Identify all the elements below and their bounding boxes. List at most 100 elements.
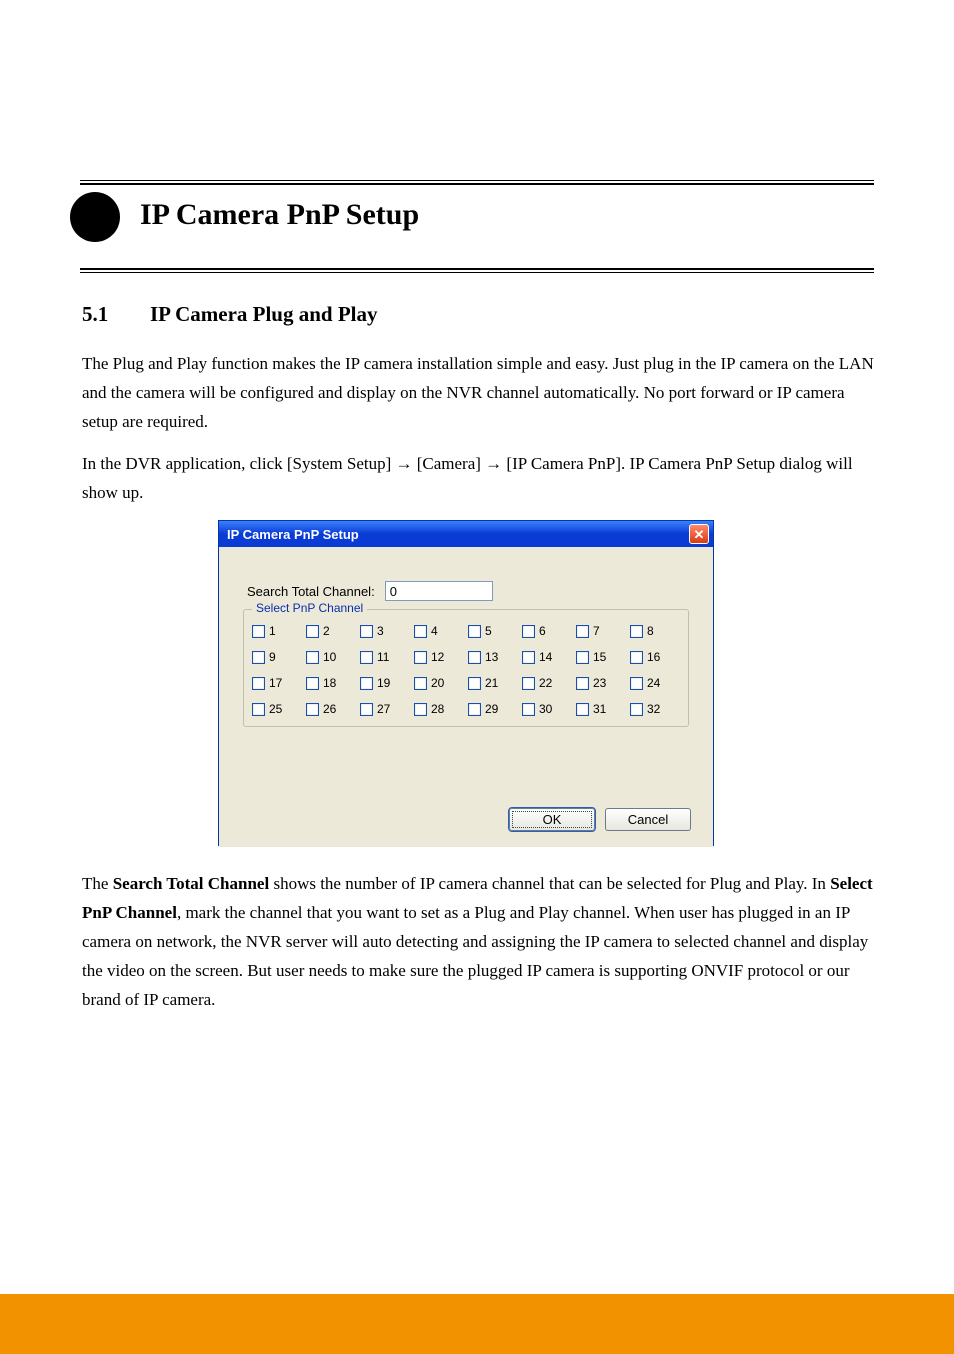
channel-checkbox-26[interactable]: 26	[306, 702, 356, 716]
channel-label: 15	[593, 650, 606, 664]
channel-label: 30	[539, 702, 552, 716]
channel-checkbox-5[interactable]: 5	[468, 624, 518, 638]
channel-checkbox-3[interactable]: 3	[360, 624, 410, 638]
dialog-window: IP Camera PnP Setup ✕ Search Total Chann…	[218, 520, 714, 846]
checkbox-icon	[630, 651, 643, 664]
channel-checkbox-15[interactable]: 15	[576, 650, 626, 664]
search-total-channel-input[interactable]	[385, 581, 493, 601]
channel-checkbox-18[interactable]: 18	[306, 676, 356, 690]
paragraph-3: The Search Total Channel shows the numbe…	[82, 870, 874, 1014]
channel-checkbox-32[interactable]: 32	[630, 702, 680, 716]
checkbox-icon	[414, 651, 427, 664]
channel-checkbox-9[interactable]: 9	[252, 650, 302, 664]
paragraph-1: The Plug and Play function makes the IP …	[82, 350, 874, 437]
channel-checkbox-31[interactable]: 31	[576, 702, 626, 716]
checkbox-icon	[414, 703, 427, 716]
checkbox-icon	[468, 703, 481, 716]
channel-checkbox-12[interactable]: 12	[414, 650, 464, 664]
channel-checkbox-14[interactable]: 14	[522, 650, 572, 664]
channel-label: 28	[431, 702, 444, 716]
channel-label: 2	[323, 624, 330, 638]
channel-checkbox-22[interactable]: 22	[522, 676, 572, 690]
checkbox-icon	[306, 625, 319, 638]
checkbox-icon	[414, 625, 427, 638]
chapter-title: IP Camera PnP Setup	[140, 198, 419, 232]
channel-checkbox-16[interactable]: 16	[630, 650, 680, 664]
channel-checkbox-21[interactable]: 21	[468, 676, 518, 690]
divider-top	[80, 180, 874, 183]
channel-checkbox-17[interactable]: 17	[252, 676, 302, 690]
channel-label: 31	[593, 702, 606, 716]
checkbox-icon	[576, 703, 589, 716]
checkbox-icon	[522, 703, 535, 716]
channel-checkbox-23[interactable]: 23	[576, 676, 626, 690]
checkbox-icon	[414, 677, 427, 690]
checkbox-icon	[522, 625, 535, 638]
checkbox-icon	[522, 651, 535, 664]
channel-checkbox-4[interactable]: 4	[414, 624, 464, 638]
channel-label: 24	[647, 676, 660, 690]
channel-label: 3	[377, 624, 384, 638]
ok-button[interactable]: OK	[509, 808, 595, 831]
channel-label: 26	[323, 702, 336, 716]
channel-checkbox-7[interactable]: 7	[576, 624, 626, 638]
channel-label: 4	[431, 624, 438, 638]
checkbox-icon	[630, 677, 643, 690]
channel-checkbox-8[interactable]: 8	[630, 624, 680, 638]
channel-label: 8	[647, 624, 654, 638]
checkbox-icon	[468, 625, 481, 638]
checkbox-icon	[360, 703, 373, 716]
chapter-bullet	[70, 192, 120, 242]
channel-checkbox-1[interactable]: 1	[252, 624, 302, 638]
checkbox-icon	[306, 651, 319, 664]
groupbox-legend: Select PnP Channel	[252, 601, 367, 615]
channel-grid: 1234567891011121314151617181920212223242…	[252, 624, 680, 716]
close-button[interactable]: ✕	[689, 524, 709, 544]
channel-label: 23	[593, 676, 606, 690]
channel-label: 29	[485, 702, 498, 716]
channel-label: 7	[593, 624, 600, 638]
channel-checkbox-25[interactable]: 25	[252, 702, 302, 716]
channel-checkbox-29[interactable]: 29	[468, 702, 518, 716]
channel-label: 19	[377, 676, 390, 690]
dialog-titlebar: IP Camera PnP Setup ✕	[219, 521, 713, 547]
channel-checkbox-20[interactable]: 20	[414, 676, 464, 690]
search-row: Search Total Channel:	[247, 581, 693, 601]
channel-checkbox-28[interactable]: 28	[414, 702, 464, 716]
footer-bar	[0, 1294, 954, 1354]
channel-checkbox-6[interactable]: 6	[522, 624, 572, 638]
channel-checkbox-13[interactable]: 13	[468, 650, 518, 664]
channel-checkbox-2[interactable]: 2	[306, 624, 356, 638]
channel-label: 1	[269, 624, 276, 638]
channel-checkbox-30[interactable]: 30	[522, 702, 572, 716]
channel-label: 25	[269, 702, 282, 716]
channel-checkbox-19[interactable]: 19	[360, 676, 410, 690]
checkbox-icon	[306, 677, 319, 690]
document-page: IP Camera PnP Setup 5.1 IP Camera Plug a…	[0, 0, 954, 1354]
checkbox-icon	[360, 677, 373, 690]
section-title: IP Camera Plug and Play	[150, 302, 378, 327]
checkbox-icon	[252, 651, 265, 664]
channel-label: 10	[323, 650, 336, 664]
channel-label: 13	[485, 650, 498, 664]
channel-label: 16	[647, 650, 660, 664]
checkbox-icon	[252, 703, 265, 716]
checkbox-icon	[468, 651, 481, 664]
channel-label: 22	[539, 676, 552, 690]
channel-label: 21	[485, 676, 498, 690]
section-number: 5.1	[82, 302, 108, 327]
channel-label: 12	[431, 650, 444, 664]
channel-label: 17	[269, 676, 282, 690]
channel-checkbox-10[interactable]: 10	[306, 650, 356, 664]
select-pnp-channel-group: Select PnP Channel 123456789101112131415…	[243, 609, 689, 727]
dialog-button-row: OK Cancel	[509, 808, 691, 831]
channel-checkbox-27[interactable]: 27	[360, 702, 410, 716]
channel-checkbox-11[interactable]: 11	[360, 650, 410, 664]
checkbox-icon	[360, 625, 373, 638]
channel-label: 6	[539, 624, 546, 638]
cancel-button[interactable]: Cancel	[605, 808, 691, 831]
channel-checkbox-24[interactable]: 24	[630, 676, 680, 690]
channel-label: 20	[431, 676, 444, 690]
checkbox-icon	[630, 703, 643, 716]
checkbox-icon	[630, 625, 643, 638]
